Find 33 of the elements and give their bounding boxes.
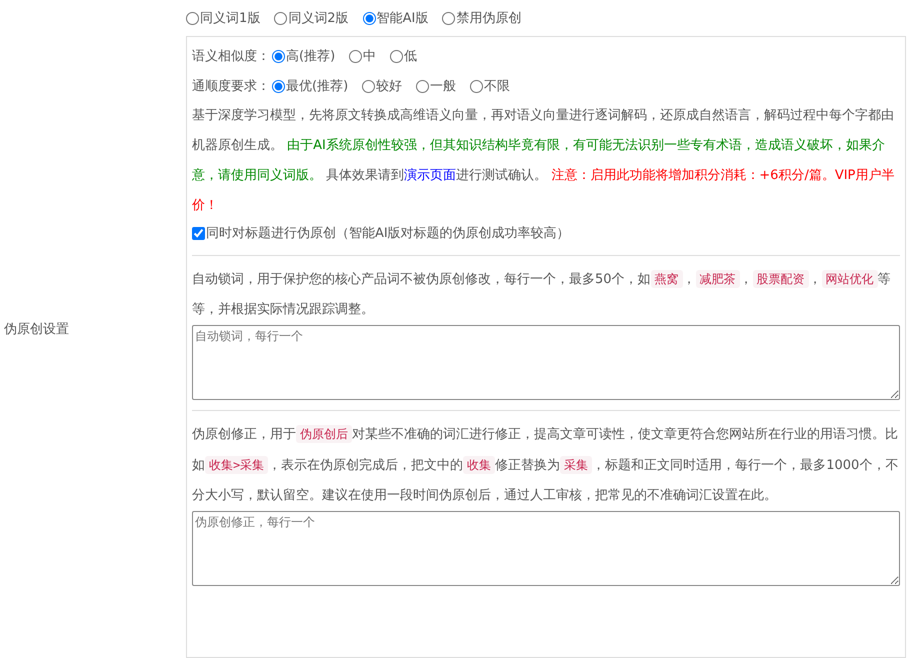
radio-label[interactable]: 禁用伪原创	[456, 9, 522, 27]
help-text: 自动锁词，用于保护您的核心产品词不被伪原创修改，每行一个，最多50个，如 燕窝 ， 减肥茶 ， 股票配资 ， 网站优化 等等，并根据实际情况跟踪调整。	[192, 269, 892, 319]
radio-label[interactable]: 中	[363, 47, 376, 65]
radio-label[interactable]: 同义词2版	[288, 9, 349, 27]
option-label: 语义相似度：	[192, 48, 270, 65]
radio-button[interactable]	[442, 12, 456, 24]
checkbox-label[interactable]: 同时对标题进行伪原创（智能AI版对标题的伪原创成功率较高）	[206, 224, 570, 242]
radio-button[interactable]	[186, 12, 199, 24]
corrections-field[interactable]: 伪原创修正，每行一个	[192, 511, 900, 586]
radio-button[interactable]	[416, 80, 430, 92]
radio-button[interactable]	[349, 50, 362, 62]
radio-button[interactable]	[362, 80, 376, 92]
radio-label[interactable]: 高(推荐)	[286, 47, 336, 65]
description-text: 基于深度学习模型，先将原文转换成高维语义向量，再对语义向量进行逐词解码，还原成自然语言，解码过程中每个字都由机器原创生成。 由于AI系统原创性较强，但其知识结构毕竟有限，有可能无法识别一些专有术语，造成语义破坏，如果介意，请使用同义词版。 具体效果请到演示页面进行测试确认。 注意：启用此功能将增加积分消耗：+6积分/篇。VIP用户半价！	[192, 107, 896, 215]
radio-label[interactable]: 智能AI版	[376, 9, 428, 27]
lock-words-field[interactable]: 自动锁词，每行一个	[192, 325, 900, 400]
radio-button[interactable]	[362, 12, 376, 24]
radio-button[interactable]	[470, 80, 484, 92]
radio-label[interactable]: 同义词1版	[200, 9, 260, 27]
radio-button[interactable]	[272, 80, 285, 92]
help-text: 伪原创修正，用于 伪原创后 对某些不准确的词汇进行修正，提高文章可读性，使文章更符合您网站所在行业的用语习惯。比如 收集>采集 ，表示在伪原创完成后，把文中的 收集 修正替换为 采集 ，标题和正文同时适用，每行一个，最多1000个，不分大小写，默认留空。建议在使用一段时间伪原创后，通过人工审核，把常见的不准确词汇设置在此。	[192, 424, 900, 505]
radio-button[interactable]	[274, 12, 288, 24]
radio-label[interactable]: 不限	[484, 77, 510, 95]
row-label: 伪原创设置	[3, 321, 70, 339]
radio-label[interactable]: 低	[404, 47, 418, 65]
radio-label[interactable]: 较好	[376, 77, 402, 95]
checkbox[interactable]	[192, 226, 205, 240]
radio-label[interactable]: 一般	[430, 77, 456, 95]
option-label: 通顺度要求：	[192, 78, 270, 95]
radio-label[interactable]: 最优(推荐)	[286, 77, 348, 95]
radio-button[interactable]	[272, 50, 285, 62]
demo-link[interactable]: 演示页面	[404, 168, 456, 183]
radio-button[interactable]	[390, 50, 404, 62]
